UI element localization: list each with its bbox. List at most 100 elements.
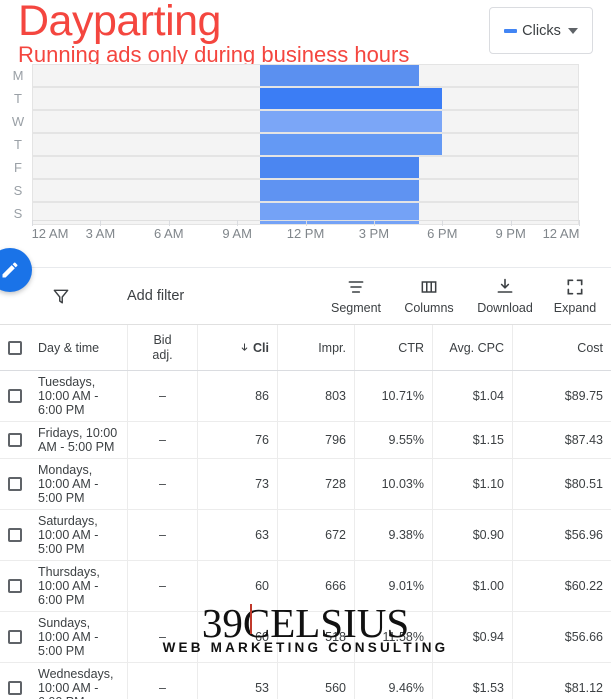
- row-clicks: 76: [198, 422, 278, 458]
- row-clicks: 60: [198, 612, 278, 662]
- row-checkbox-cell: [0, 663, 30, 699]
- row-checkbox[interactable]: [8, 630, 22, 644]
- dayparting-table: Day & time Bid adj. Cli Impr. CTR Avg. C…: [0, 325, 611, 699]
- row-ctr: 9.01%: [355, 561, 433, 611]
- table-row[interactable]: Tuesdays, 10:00 AM - 6:00 PM –86 803 10.71%…: [0, 371, 611, 422]
- header-impressions[interactable]: Impr.: [278, 325, 355, 370]
- chart-bar[interactable]: [259, 157, 420, 178]
- chart-row: [32, 64, 579, 87]
- row-clicks: 86: [198, 371, 278, 421]
- segment-icon: [346, 276, 366, 298]
- table-row[interactable]: Saturdays, 10:00 AM - 5:00 PM –63 672 9.38%…: [0, 510, 611, 561]
- row-checkbox-cell: [0, 422, 30, 458]
- row-impressions: 560: [278, 663, 355, 699]
- table-row[interactable]: Wednesdays, 10:00 AM - 6:00 PM–535609.46…: [0, 663, 611, 699]
- segment-button[interactable]: Segment: [320, 276, 392, 315]
- axis-label: 12 PM: [286, 226, 325, 241]
- axis-label: 9 AM: [222, 226, 252, 241]
- row-ctr: 11.58%: [355, 612, 433, 662]
- row-bid-adj: –: [128, 663, 198, 699]
- columns-button[interactable]: Columns: [393, 276, 465, 315]
- row-checkbox[interactable]: [8, 579, 22, 593]
- chart-row: [32, 110, 579, 133]
- row-checkbox[interactable]: [8, 681, 22, 695]
- row-checkbox[interactable]: [8, 528, 22, 542]
- axis-label: 12 AM: [31, 226, 69, 241]
- row-bid-adj: –: [128, 459, 198, 509]
- row-clicks: 53: [198, 663, 278, 699]
- axis-label: 12 AM: [542, 226, 580, 241]
- filter-funnel-icon[interactable]: [50, 286, 72, 308]
- axis-label: 6 PM: [427, 226, 458, 241]
- header-clicks-label: Cli: [253, 340, 269, 355]
- chart-bar[interactable]: [259, 134, 443, 155]
- chart-row-label: T: [14, 91, 22, 106]
- metric-selector-button[interactable]: Clicks: [489, 7, 593, 54]
- table-toolbar: Add filter Segment Columns Download Expa…: [0, 267, 611, 325]
- row-clicks: 63: [198, 510, 278, 560]
- table-row[interactable]: Fridays, 10:00 AM - 5:00 PM –76 796 9.55% $1…: [0, 422, 611, 459]
- axis-label: 3 PM: [358, 226, 390, 241]
- row-impressions: 803: [278, 371, 355, 421]
- row-day-time: Saturdays, 10:00 AM - 5:00 PM: [30, 510, 128, 560]
- select-all-cell: [0, 325, 30, 370]
- dayparting-chart: MTWTFSS 12 AM 3 AM 6 AM 9 AM 12 PM 3 PM 6 PM 9 …: [0, 64, 611, 244]
- edit-pencil-icon: [2, 262, 18, 278]
- chart-bar[interactable]: [259, 65, 420, 86]
- download-icon: [495, 276, 515, 298]
- row-checkbox-cell: [0, 510, 30, 560]
- table-row[interactable]: Thursdays, 10:00 AM - 6:00 PM –60 666 9.01%…: [0, 561, 611, 612]
- row-impressions: 672: [278, 510, 355, 560]
- header-clicks[interactable]: Cli: [198, 325, 278, 370]
- row-ctr: 10.03%: [355, 459, 433, 509]
- axis-label: 3 AM: [85, 226, 116, 241]
- expand-label: Expand: [553, 301, 597, 315]
- row-ctr: 9.55%: [355, 422, 433, 458]
- chart-row: [32, 133, 579, 156]
- table-row[interactable]: Sundays, 10:00 AM - 5:00 PM –60 518 11.58% $…: [0, 612, 611, 663]
- metric-selector-label: Clicks: [522, 22, 561, 39]
- row-checkbox[interactable]: [8, 477, 22, 491]
- chart-row-label: F: [14, 160, 22, 175]
- row-cost: $87.43: [564, 433, 603, 447]
- expand-button[interactable]: Expand: [539, 276, 611, 315]
- download-button[interactable]: Download: [469, 276, 541, 315]
- row-ctr: 9.38%: [355, 510, 433, 560]
- row-checkbox[interactable]: [8, 389, 22, 403]
- row-bid-adj: –: [128, 510, 198, 560]
- add-filter-button[interactable]: Add filter: [127, 288, 184, 304]
- header-ctr[interactable]: CTR: [355, 325, 433, 370]
- row-clicks: 73: [198, 459, 278, 509]
- row-cost: $60.22: [564, 579, 603, 593]
- select-all-checkbox[interactable]: [8, 340, 22, 355]
- row-cost: $81.12: [564, 681, 603, 695]
- page-title: Dayparting: [18, 0, 221, 45]
- header-day-time[interactable]: Day & time: [30, 325, 128, 370]
- row-day-time: Wednesdays, 10:00 AM - 6:00 PM: [30, 663, 128, 699]
- chart-bar[interactable]: [259, 111, 443, 132]
- row-avg-cpc: $1.15: [433, 422, 513, 458]
- table-header-row: Day & time Bid adj. Cli Impr. CTR Avg. C…: [0, 325, 611, 371]
- row-day-time: Thursdays, 10:00 AM - 6:00 PM: [30, 561, 128, 611]
- axis-label: 6 AM: [153, 226, 184, 241]
- header-avg-cpc[interactable]: Avg. CPC: [433, 325, 513, 370]
- chart-row: [32, 156, 579, 179]
- expand-icon: [565, 276, 585, 298]
- row-checkbox[interactable]: [8, 433, 22, 447]
- row-day-time: Tuesdays, 10:00 AM - 6:00 PM: [30, 371, 128, 421]
- row-cost: $56.96: [564, 528, 603, 542]
- row-impressions: 518: [278, 612, 355, 662]
- chart-bar[interactable]: [259, 180, 420, 201]
- header-bid-line2: adj.: [152, 347, 173, 362]
- header-bid-line1: Bid: [153, 332, 172, 347]
- header-bid-adj[interactable]: Bid adj.: [128, 325, 198, 370]
- chart-bar[interactable]: [259, 88, 443, 109]
- row-avg-cpc: $1.53: [433, 663, 513, 699]
- header-cost[interactable]: Cost: [513, 325, 611, 370]
- table-row[interactable]: Mondays, 10:00 AM - 5:00 PM –73 728 10.03% $…: [0, 459, 611, 510]
- row-bid-adj: –: [128, 371, 198, 421]
- row-avg-cpc: $1.10: [433, 459, 513, 509]
- columns-label: Columns: [404, 301, 454, 315]
- chart-row: [32, 179, 579, 202]
- row-day-time: Fridays, 10:00 AM - 5:00 PM: [30, 422, 128, 458]
